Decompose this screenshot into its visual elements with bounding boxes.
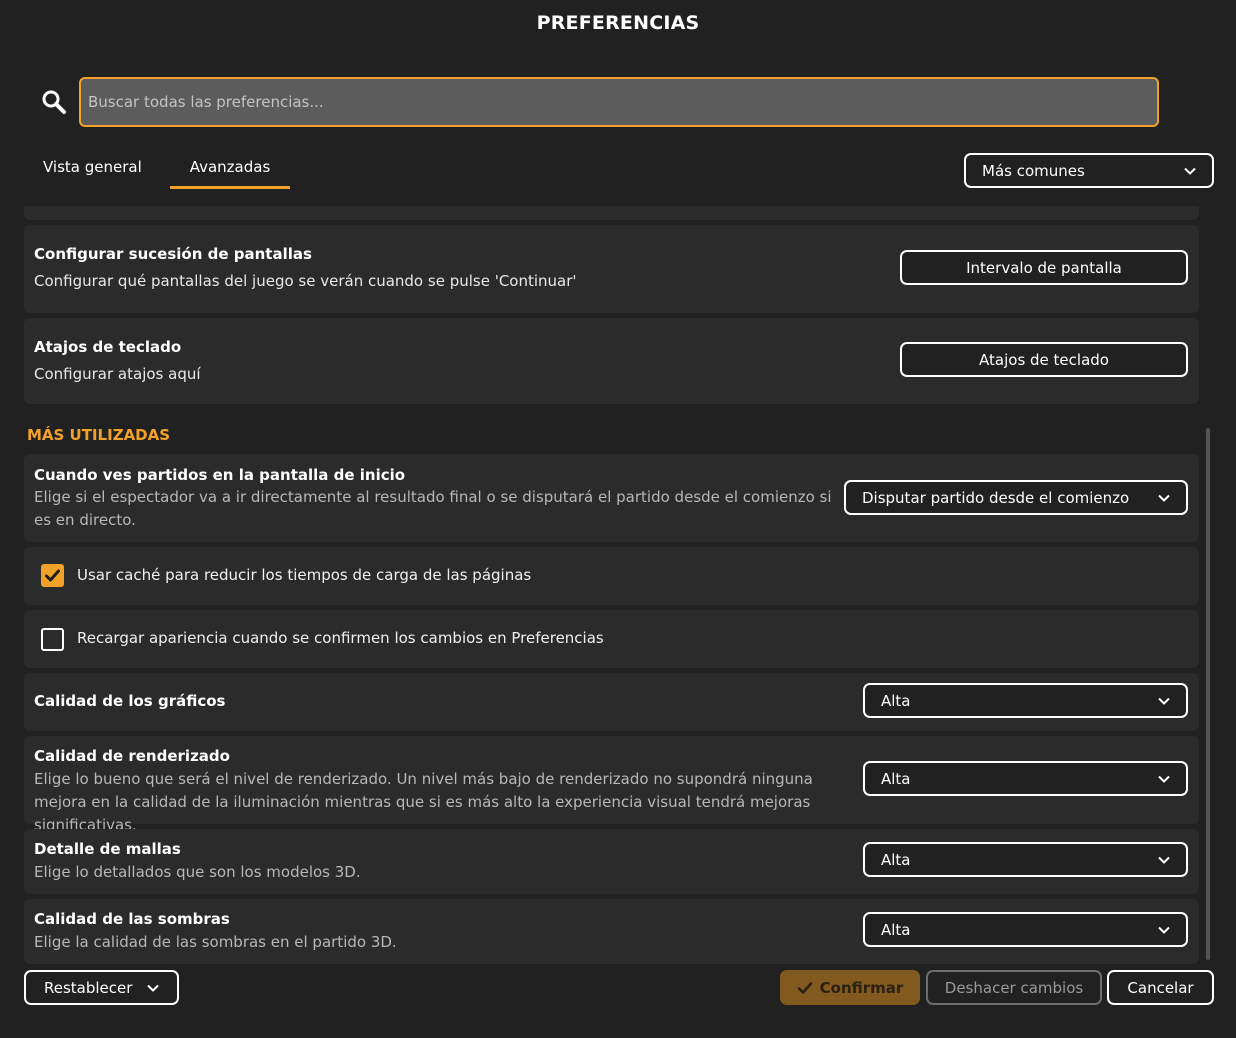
filter-select-value: Más comunes [982, 161, 1085, 180]
card-match-view: Cuando ves partidos en la pantalla de in… [24, 454, 1199, 542]
chevron-down-icon [1158, 926, 1170, 934]
tab-vista-general[interactable]: Vista general [43, 157, 142, 191]
select-value: Alta [881, 850, 911, 869]
select-value: Alta [881, 920, 911, 939]
card-screen-sequence: Configurar sucesión de pantallas Configu… [24, 225, 1199, 313]
select-value: Disputar partido desde el comienzo [862, 488, 1130, 507]
card-render-quality: Calidad de renderizado Elige lo bueno qu… [24, 736, 1199, 834]
card-shadow-quality: Calidad de las sombras Elige la calidad … [24, 899, 1199, 964]
shadow-quality-select[interactable]: Alta [863, 912, 1188, 947]
card-title: Cuando ves partidos en la pantalla de in… [34, 466, 406, 484]
preferences-scroll-area[interactable]: Configurar sucesión de pantallas Configu… [0, 206, 1236, 964]
checkmark-icon [45, 569, 60, 582]
keyboard-shortcuts-button[interactable]: Atajos de teclado [900, 342, 1188, 377]
filter-select[interactable]: Más comunes [964, 153, 1214, 188]
card-description: Configurar qué pantallas del juego se ve… [34, 272, 577, 290]
window-title: PREFERENCIAS [536, 12, 700, 34]
select-value: Alta [881, 769, 911, 788]
chevron-down-icon [1158, 775, 1170, 783]
use-cache-label: Usar caché para reducir los tiempos de c… [77, 566, 532, 584]
scrollbar[interactable] [1206, 428, 1210, 960]
chevron-down-icon [147, 984, 159, 992]
reset-button[interactable]: Restablecer [24, 970, 179, 1005]
mesh-detail-select[interactable]: Alta [863, 842, 1188, 877]
card-title: Configurar sucesión de pantallas [34, 245, 312, 263]
active-tab-indicator [170, 186, 290, 189]
reload-skin-checkbox[interactable] [41, 628, 64, 651]
graphics-quality-select[interactable]: Alta [863, 683, 1188, 718]
select-value: Alta [881, 691, 911, 710]
reload-skin-label: Recargar apariencia cuando se confirmen … [77, 629, 604, 647]
card-use-cache: Usar caché para reducir los tiempos de c… [24, 547, 1199, 605]
cancel-button[interactable]: Cancelar [1107, 970, 1214, 1005]
card-graphics-quality: Calidad de los gráficos Alta [24, 673, 1199, 731]
chevron-down-icon [1158, 697, 1170, 705]
checkmark-icon [797, 981, 812, 994]
use-cache-checkbox[interactable] [41, 564, 64, 587]
match-view-select[interactable]: Disputar partido desde el comienzo [844, 480, 1188, 515]
card-reload-skin: Recargar apariencia cuando se confirmen … [24, 610, 1199, 668]
card-description: Configurar atajos aquí [34, 365, 201, 383]
chevron-down-icon [1158, 856, 1170, 864]
render-quality-select[interactable]: Alta [863, 761, 1188, 796]
card-description: Elige lo detallados que son los modelos … [34, 863, 361, 881]
card-title: Atajos de teclado [34, 338, 182, 356]
partial-card [24, 206, 1199, 220]
search-input[interactable] [79, 77, 1159, 127]
section-header-most-used: MÁS UTILIZADAS [27, 426, 171, 444]
screen-interval-button[interactable]: Intervalo de pantalla [900, 250, 1188, 285]
card-title: Detalle de mallas [34, 840, 181, 858]
search-icon [42, 90, 66, 114]
card-shortcuts: Atajos de teclado Configurar atajos aquí… [24, 318, 1199, 404]
card-description: Elige la calidad de las sombras en el pa… [34, 933, 397, 951]
reset-button-label: Restablecer [44, 978, 133, 997]
card-description: Elige lo bueno que será el nivel de rend… [34, 770, 813, 834]
confirm-button[interactable]: Confirmar [780, 970, 920, 1005]
card-title: Calidad de los gráficos [34, 692, 226, 710]
card-description: Elige si el espectador va a ir directame… [34, 488, 832, 529]
chevron-down-icon [1158, 494, 1170, 502]
card-mesh-detail: Detalle de mallas Elige lo detallados qu… [24, 829, 1199, 894]
confirm-button-label: Confirmar [819, 978, 904, 997]
undo-changes-button[interactable]: Deshacer cambios [926, 970, 1102, 1005]
card-title: Calidad de las sombras [34, 910, 230, 928]
card-title: Calidad de renderizado [34, 747, 230, 765]
chevron-down-icon [1184, 167, 1196, 175]
